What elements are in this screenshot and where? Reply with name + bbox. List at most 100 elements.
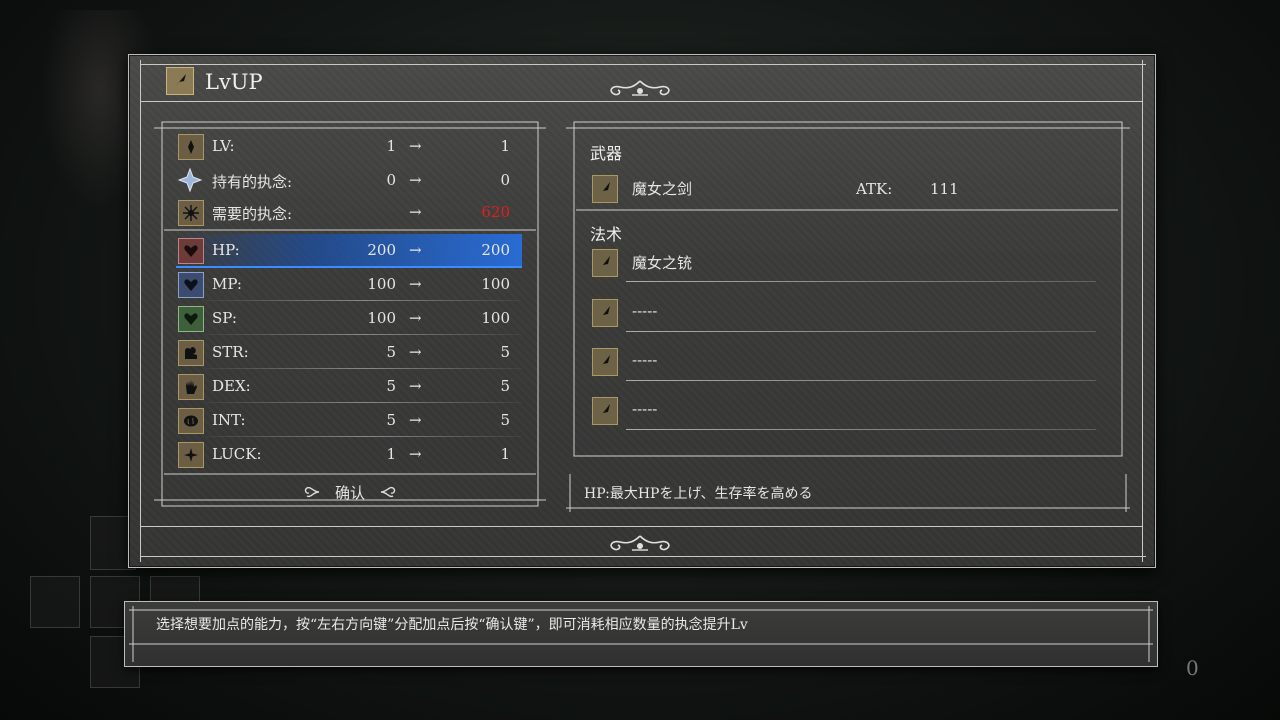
frame-line [140,556,1146,557]
confirm-button[interactable]: 确认 [300,480,400,504]
stat-next-value: 1 [500,445,510,463]
arrow-icon: → [409,377,422,395]
arrow-icon: → [409,309,422,327]
stat-label: STR: [212,343,249,361]
arm-icon [178,340,204,366]
stat-row-owned: 持有的执念: 0 → 0 [176,164,522,196]
stat-row-mp[interactable]: MP: 100 → 100 [176,268,522,301]
row-divider [206,436,522,437]
star-icon [178,442,204,468]
spell-icon [592,397,618,425]
level-icon [178,134,204,160]
flourish-right-icon [380,486,396,498]
help-text: 选择想要加点的能力，按“左右方向键”分配加点后按“确认键”，即可消耗相应数量的执… [156,617,748,633]
weapon-section-title: 武器 [590,144,623,163]
spell-underline [626,331,1096,332]
spell-icon [592,249,618,277]
arrow-icon: → [409,137,422,155]
stat-label: LV: [212,137,235,155]
stat-label: INT: [212,411,246,429]
frame-line [140,60,141,562]
stat-description: HP:最大HPを上げ、生存率を高める [584,486,813,502]
spell-icon [592,299,618,327]
stat-row-luck[interactable]: LUCK: 1 → 1 [176,438,522,470]
sp-heart-icon [178,306,204,332]
stat-next-value: 100 [481,275,510,293]
stat-label: MP: [212,275,242,293]
spell-section-title: 法术 [590,225,623,244]
heart-icon [178,238,204,264]
stat-next-value: 200 [481,241,510,259]
corner-counter: 0 [1186,656,1199,680]
stat-row-str[interactable]: STR: 5 → 5 [176,336,522,369]
ornament-bottom [610,535,670,551]
stat-current-value: 5 [386,377,396,395]
spell-underline [626,380,1096,381]
row-divider [206,402,522,403]
stat-row-dex[interactable]: DEX: 5 → 5 [176,370,522,403]
weapon-icon [592,175,618,203]
stat-current-value: 5 [386,411,396,429]
stat-next-value: 0 [500,171,510,189]
spell-slot[interactable]: 魔女之铳 [590,246,1096,282]
arrow-icon: → [409,275,422,293]
required-icon [178,200,204,226]
stat-current-value: 200 [367,241,396,259]
stat-row-hp[interactable]: HP: 200 → 200 [176,234,522,268]
frame-line [140,101,1142,102]
atk-value: 111 [930,180,959,198]
stat-row-int[interactable]: INT: 5 → 5 [176,404,522,437]
spell-icon [592,348,618,376]
spell-underline [626,281,1096,282]
atk-label: ATK: [856,180,893,198]
stat-next-value: 1 [500,137,510,155]
spell-slot[interactable]: ----- [590,296,1096,332]
weapon-slot[interactable]: 魔女之剑 [590,172,1096,208]
brain-icon [178,408,204,434]
stat-current-value: 5 [386,343,396,361]
crystal-icon [178,168,202,192]
spell-name: ----- [632,302,658,320]
spell-slot[interactable]: ----- [590,394,1096,430]
background-slot [30,576,80,628]
quill-icon [166,67,194,95]
stat-row-sp[interactable]: SP: 100 → 100 [176,302,522,335]
arrow-icon: → [409,411,422,429]
stat-next-value: 100 [481,309,510,327]
stat-label: SP: [212,309,237,327]
frame-line [1142,60,1143,562]
required-value: 620 [481,203,510,221]
stat-label: 持有的执念: [212,173,293,191]
stat-label: LUCK: [212,445,262,463]
stat-label: HP: [212,241,240,259]
stat-current-value: 1 [386,445,396,463]
arrow-icon: → [409,445,422,463]
confirm-label: 确认 [334,483,365,502]
stat-label: DEX: [212,377,251,395]
spell-name: 魔女之铳 [632,254,693,272]
spell-name: ----- [632,351,658,369]
stat-current-value: 100 [367,275,396,293]
help-panel [124,601,1158,667]
panel-title: LvUP [205,70,263,94]
arrow-icon: → [409,241,422,259]
stat-next-value: 5 [500,411,510,429]
weapon-name: 魔女之剑 [632,180,693,198]
row-divider [206,368,522,369]
spell-name: ----- [632,400,658,418]
arrow-icon: → [409,171,422,189]
frame-line [140,526,1142,527]
ornament-top [610,80,670,96]
row-divider [206,300,522,301]
stat-label: 需要的执念: [212,205,293,223]
stat-row-required: 需要的执念: → 620 [176,196,522,228]
frame-line [140,64,1146,65]
stat-next-value: 5 [500,377,510,395]
hand-icon [178,374,204,400]
stat-current-value: 100 [367,309,396,327]
spell-underline [626,429,1096,430]
stat-row-lv: LV: 1 → 1 [176,130,522,162]
flourish-left-icon [304,486,320,498]
stat-current-value: 0 [386,171,396,189]
spell-slot[interactable]: ----- [590,345,1096,381]
